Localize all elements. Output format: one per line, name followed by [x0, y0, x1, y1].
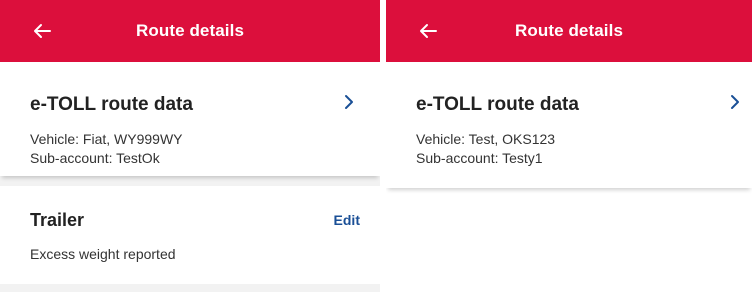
arrow-left-icon[interactable] — [30, 19, 54, 43]
bottom-divider — [0, 284, 380, 292]
trailer-card: Trailer Edit Excess weight reported — [0, 186, 380, 284]
page-title: Route details — [514, 21, 624, 40]
page-title: Route details — [135, 21, 245, 40]
app-header: Route details — [0, 0, 380, 62]
route-data-card[interactable]: e-TOLL route data Vehicle: Fiat, WY999WY… — [0, 62, 380, 176]
arrow-left-icon[interactable] — [416, 19, 440, 43]
route-data-title: e-TOLL route data — [30, 94, 193, 115]
vehicle-text: Vehicle: Test, OKS123 — [416, 131, 556, 147]
chevron-right-icon[interactable] — [726, 92, 744, 112]
screen-left: Route details e-TOLL route data Vehicle:… — [0, 0, 380, 296]
screen-right: Route details e-TOLL route data Vehicle:… — [386, 0, 752, 296]
subaccount-text: Sub-account: TestOk — [30, 150, 160, 166]
subaccount-text: Sub-account: Testy1 — [416, 150, 543, 166]
vehicle-text: Vehicle: Fiat, WY999WY — [30, 131, 183, 147]
app-header: Route details — [386, 0, 752, 62]
section-divider — [0, 176, 380, 186]
trailer-status-text: Excess weight reported — [30, 246, 176, 262]
route-data-card[interactable]: e-TOLL route data Vehicle: Test, OKS123 … — [386, 62, 752, 188]
route-data-title: e-TOLL route data — [416, 94, 579, 115]
trailer-title: Trailer — [30, 210, 85, 230]
chevron-right-icon[interactable] — [340, 92, 358, 112]
edit-trailer-button[interactable]: Edit — [334, 212, 360, 228]
